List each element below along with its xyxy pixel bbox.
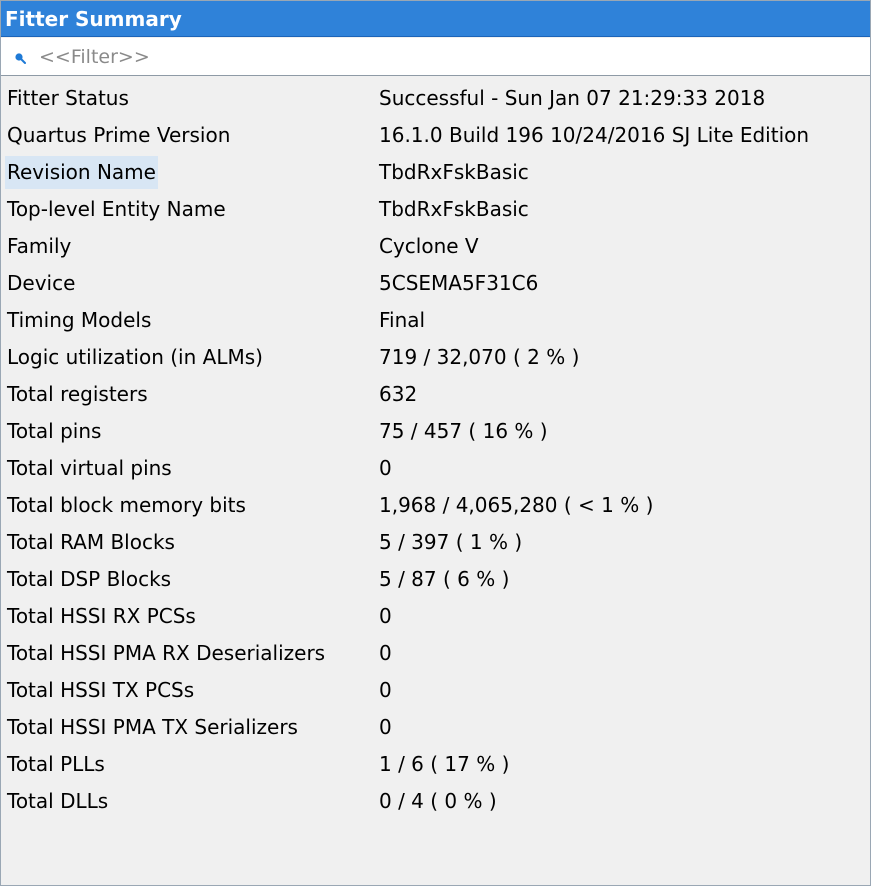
row-name: Total HSSI PMA TX Serializers	[7, 715, 298, 739]
row-name: Revision Name	[5, 156, 158, 189]
row-value: 5 / 87 ( 6 % )	[379, 567, 510, 591]
row-value: 16.1.0 Build 196 10/24/2016 SJ Lite Edit…	[379, 123, 810, 147]
table-row[interactable]: Total DSP Blocks 5 / 87 ( 6 % )	[1, 561, 870, 598]
table-row[interactable]: Family Cyclone V	[1, 228, 870, 265]
row-name: Fitter Status	[7, 86, 129, 110]
table-row[interactable]: Total RAM Blocks 5 / 397 ( 1 % )	[1, 524, 870, 561]
row-name: Logic utilization (in ALMs)	[7, 345, 263, 369]
table-row[interactable]: Total pins 75 / 457 ( 16 % )	[1, 413, 870, 450]
table-row[interactable]: Top-level Entity Name TbdRxFskBasic	[1, 191, 870, 228]
search-icon[interactable]	[14, 52, 26, 64]
table-row[interactable]: Revision Name TbdRxFskBasic	[1, 154, 870, 191]
row-name: Total block memory bits	[7, 493, 246, 517]
row-name: Total pins	[7, 419, 102, 443]
row-value: 632	[379, 382, 418, 406]
row-value: Final	[379, 308, 426, 332]
row-name: Total RAM Blocks	[7, 530, 175, 554]
row-value: 0	[379, 604, 392, 628]
table-row[interactable]: Total DLLs 0 / 4 ( 0 % )	[1, 783, 870, 820]
row-value: 0	[379, 641, 392, 665]
fitter-summary-window: Fitter Summary Fitter Status Successful -…	[0, 0, 871, 886]
row-value: 0	[379, 678, 392, 702]
row-value: 0 / 4 ( 0 % )	[379, 789, 497, 813]
table-row[interactable]: Total registers 632	[1, 376, 870, 413]
table-row[interactable]: Logic utilization (in ALMs) 719 / 32,070 …	[1, 339, 870, 376]
filter-bar	[1, 38, 870, 76]
filter-input[interactable]	[37, 42, 861, 72]
row-name: Total PLLs	[7, 752, 105, 776]
row-name: Total HSSI PMA RX Deserializers	[7, 641, 326, 665]
row-value: TbdRxFskBasic	[379, 160, 529, 184]
row-name: Timing Models	[7, 308, 152, 332]
row-name: Top-level Entity Name	[7, 197, 226, 221]
row-name: Quartus Prime Version	[7, 123, 231, 147]
row-name: Total virtual pins	[7, 456, 172, 480]
row-name: Family	[7, 234, 72, 258]
table-row[interactable]: Fitter Status Successful - Sun Jan 07 21:…	[1, 80, 870, 117]
window-title: Fitter Summary	[1, 1, 870, 37]
row-name: Total registers	[7, 382, 148, 406]
row-value: Successful - Sun Jan 07 21:29:33 2018	[379, 86, 766, 110]
table-row[interactable]: Total block memory bits 1,968 / 4,065,280…	[1, 487, 870, 524]
summary-table: Fitter Status Successful - Sun Jan 07 21:…	[1, 77, 870, 885]
row-name: Device	[7, 271, 76, 295]
row-name: Total HSSI TX PCSs	[7, 678, 195, 702]
table-row[interactable]: Total HSSI RX PCSs 0	[1, 598, 870, 635]
table-row[interactable]: Total virtual pins 0	[1, 450, 870, 487]
table-row[interactable]: Timing Models Final	[1, 302, 870, 339]
row-value: TbdRxFskBasic	[379, 197, 529, 221]
table-row[interactable]: Total PLLs 1 / 6 ( 17 % )	[1, 746, 870, 783]
row-name: Total DSP Blocks	[7, 567, 172, 591]
row-value: 719 / 32,070 ( 2 % )	[379, 345, 580, 369]
row-name: Total HSSI RX PCSs	[7, 604, 196, 628]
row-value: 1 / 6 ( 17 % )	[379, 752, 510, 776]
row-value: 5CSEMA5F31C6	[379, 271, 539, 295]
row-value: 1,968 / 4,065,280 ( < 1 % )	[379, 493, 654, 517]
table-row[interactable]: Total HSSI PMA RX Deserializers 0	[1, 635, 870, 672]
row-name: Total DLLs	[7, 789, 109, 813]
row-value: Cyclone V	[379, 234, 479, 258]
table-row[interactable]: Total HSSI PMA TX Serializers 0	[1, 709, 870, 746]
table-row[interactable]: Total HSSI TX PCSs 0	[1, 672, 870, 709]
row-value: 5 / 397 ( 1 % )	[379, 530, 523, 554]
row-value: 0	[379, 715, 392, 739]
table-row[interactable]: Device 5CSEMA5F31C6	[1, 265, 870, 302]
table-row[interactable]: Quartus Prime Version 16.1.0 Build 196 10…	[1, 117, 870, 154]
row-value: 0	[379, 456, 392, 480]
row-value: 75 / 457 ( 16 % )	[379, 419, 548, 443]
